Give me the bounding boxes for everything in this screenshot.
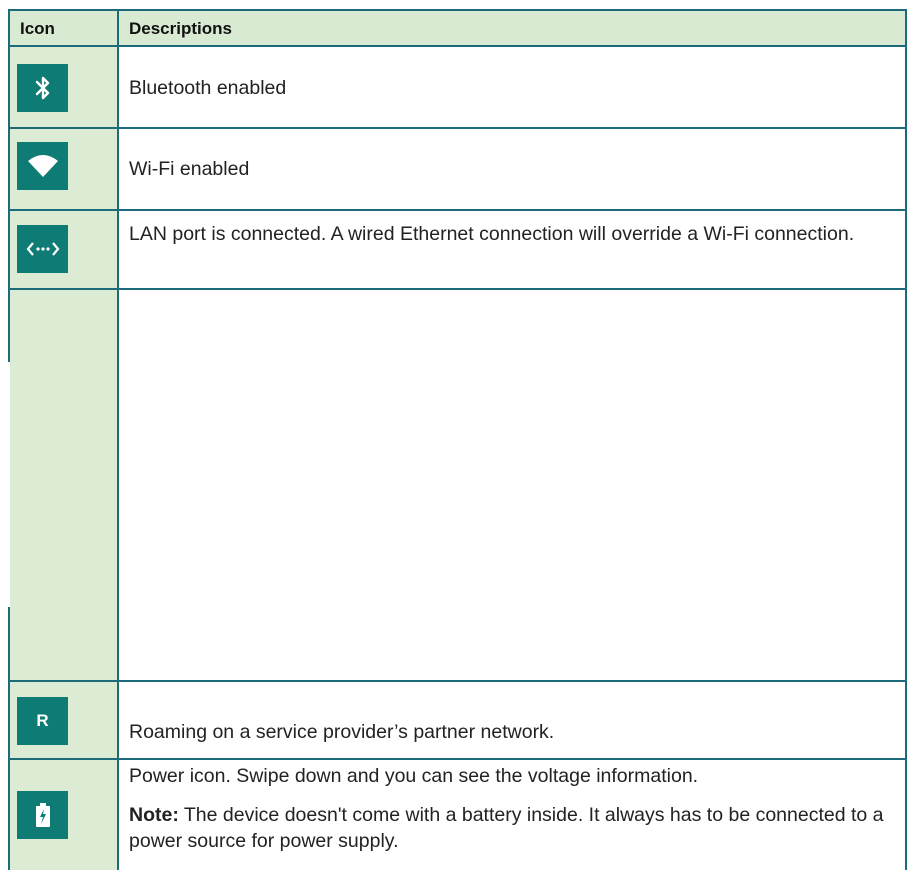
icon-cell-empty [10, 290, 117, 680]
ethernet-icon [17, 225, 68, 273]
note-text: The device doesn't come with a battery i… [129, 804, 884, 852]
power-note: Note: The device doesn't come with a bat… [129, 802, 889, 854]
table-header: Icon Descriptions [8, 9, 907, 45]
bluetooth-description: Bluetooth enabled [129, 77, 287, 99]
ethernet-description: LAN port is connected. A wired Ethernet … [129, 223, 855, 245]
bluetooth-icon [17, 64, 68, 112]
roaming-icon: R [17, 697, 68, 745]
header-icon-label: Icon [20, 19, 55, 38]
roaming-icon-letter: R [36, 711, 49, 730]
wifi-description: Wi-Fi enabled [129, 158, 250, 180]
note-label: Note: [129, 804, 179, 826]
roaming-description: Roaming on a service provider’s partner … [129, 721, 555, 743]
icon-descriptions-table: Icon Descriptions Bluetooth enabled Wi-F… [8, 9, 907, 870]
header-descriptions-label: Descriptions [129, 19, 232, 38]
power-description: Power icon. Swipe down and you can see t… [129, 765, 699, 787]
power-icon [17, 791, 68, 839]
wifi-icon [17, 142, 68, 190]
